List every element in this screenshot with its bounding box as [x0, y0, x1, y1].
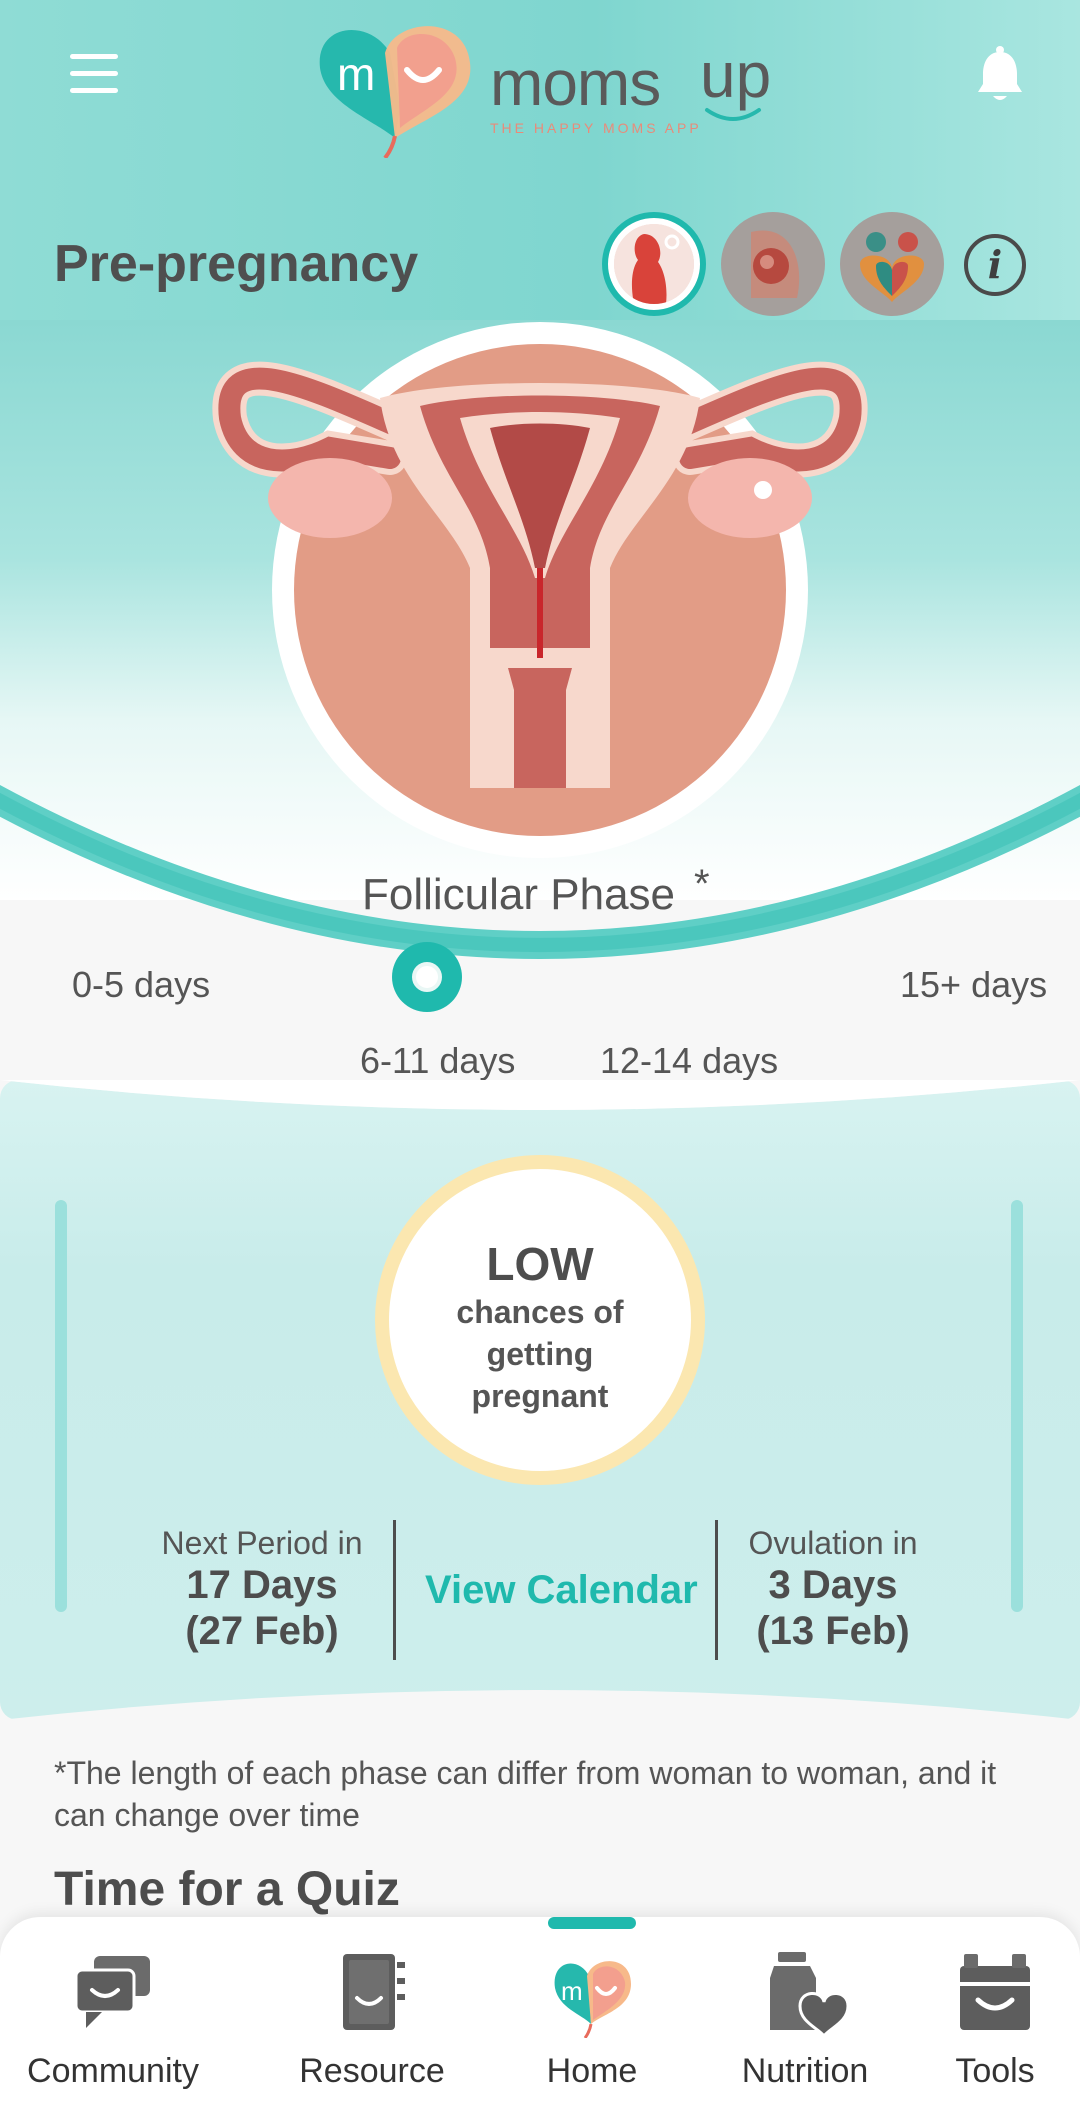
- nav-item-tools[interactable]: Tools: [920, 1948, 1070, 2091]
- card-right-bar: [1011, 1200, 1023, 1612]
- range-0-5-days[interactable]: 0-5 days: [72, 964, 210, 1006]
- nutrition-icon: [770, 1952, 850, 2038]
- phase-footnote: *The length of each phase can differ fro…: [54, 1755, 997, 1833]
- svg-text:m: m: [561, 1976, 583, 2006]
- next-period-stat: Next Period in 17 Days (27 Feb): [140, 1525, 384, 1654]
- range-12-14-days[interactable]: 12-14 days: [600, 1040, 778, 1082]
- quiz-section-title: Time for a Quiz: [54, 1863, 400, 1916]
- community-icon: [74, 1956, 150, 2028]
- stat-divider-left: [393, 1520, 396, 1660]
- fertility-chance-circle: LOW chances of getting pregnant: [375, 1155, 705, 1485]
- logo-smile-icon: [705, 108, 761, 121]
- phase-name: Follicular Phase: [362, 870, 676, 919]
- nav-item-resource[interactable]: Resource: [277, 1948, 467, 2091]
- app-logo: m moms up THE HAPPY MOMS APP: [315, 8, 795, 158]
- logo-mark-icon: m: [319, 26, 471, 158]
- baby-in-womb-icon: [751, 230, 800, 298]
- nav-item-nutrition[interactable]: Nutrition: [710, 1948, 900, 2091]
- logo-up: up: [700, 39, 772, 111]
- card-bottom-curve: [0, 1690, 1080, 1740]
- range-6-11-days[interactable]: 6-11 days: [360, 1040, 515, 1082]
- family-heart-icon: [860, 232, 924, 302]
- notification-bell-icon[interactable]: [975, 44, 1025, 104]
- view-calendar-link[interactable]: View Calendar: [425, 1568, 698, 1613]
- phase-footnote-mark: *: [694, 862, 710, 906]
- tools-icon: [960, 1954, 1030, 2030]
- card-top-curve: [0, 1080, 1080, 1110]
- next-period-days: 17 Days: [186, 1563, 338, 1607]
- menu-icon[interactable]: [70, 54, 118, 94]
- nav-item-home[interactable]: m Home: [497, 1948, 687, 2091]
- card-left-bar: [55, 1200, 67, 1612]
- fertility-level: LOW: [486, 1238, 594, 1290]
- nav-label-tools: Tools: [955, 2052, 1035, 2090]
- info-button[interactable]: i: [964, 234, 1026, 296]
- resource-icon: [343, 1954, 405, 2030]
- logo-word: moms: [490, 47, 661, 119]
- stage-pregnancy-button[interactable]: [721, 212, 825, 316]
- ovulation-label: Ovulation in: [748, 1525, 918, 1561]
- page-title: Pre-pregnancy: [54, 235, 419, 293]
- woman-silhouette-icon: [614, 224, 694, 304]
- next-period-date: (27 Feb): [185, 1609, 339, 1653]
- logo-tagline: THE HAPPY MOMS APP: [490, 120, 702, 136]
- stage-parenting-button[interactable]: [840, 212, 944, 316]
- nav-active-indicator: [548, 1917, 636, 1929]
- fertility-description: chances of getting pregnant: [456, 1294, 624, 1414]
- stat-divider-right: [715, 1520, 718, 1660]
- phase-slider-handle[interactable]: [392, 942, 462, 1012]
- nav-label-resource: Resource: [299, 2052, 445, 2090]
- range-15-plus-days[interactable]: 15+ days: [900, 964, 1047, 1006]
- home-logo-icon: m: [554, 1961, 631, 2038]
- nav-item-community[interactable]: Community: [18, 1948, 208, 2091]
- ovulation-days: 3 Days: [768, 1563, 898, 1607]
- svg-text:m: m: [337, 48, 375, 100]
- nav-label-community: Community: [27, 2052, 199, 2090]
- ovulation-date: (13 Feb): [756, 1609, 910, 1653]
- nav-label-home: Home: [546, 2052, 638, 2090]
- ovulation-stat: Ovulation in 3 Days (13 Feb): [722, 1525, 944, 1654]
- nav-label-nutrition: Nutrition: [741, 2052, 869, 2090]
- next-period-label: Next Period in: [161, 1525, 363, 1561]
- stage-pre-pregnancy-button[interactable]: [602, 212, 706, 316]
